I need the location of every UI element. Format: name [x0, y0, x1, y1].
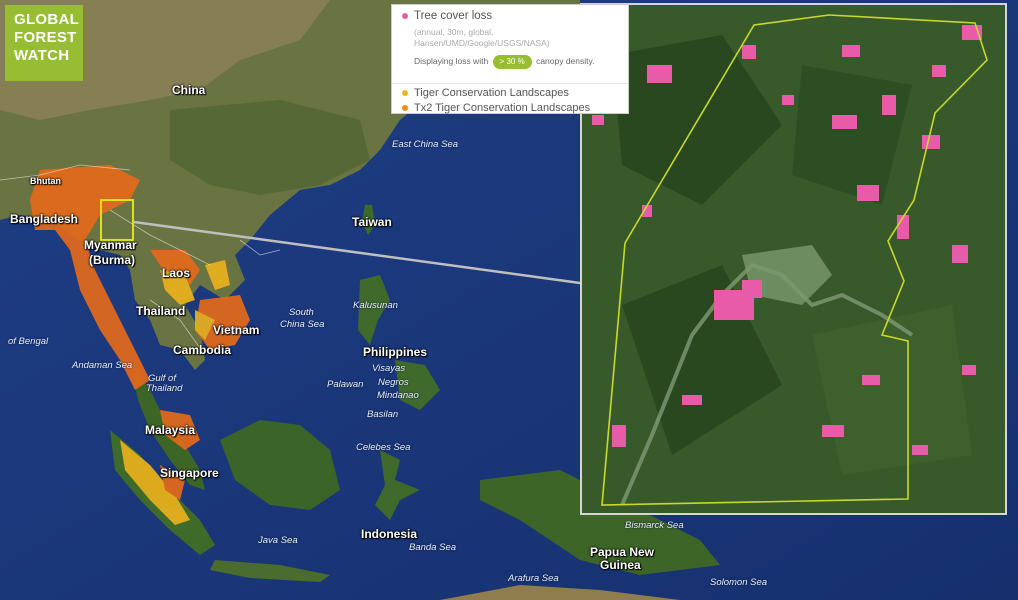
logo-line-2: FOREST [14, 29, 77, 46]
legend-divider [392, 83, 628, 84]
label-philippines: Philippines [363, 345, 428, 359]
legend-meta: (annual, 30m, global, Hansen/UMD/Google/… [414, 27, 550, 48]
legend-tiger-landscapes[interactable]: Tiger Conservation Landscapes [402, 87, 569, 99]
label-east-china-sea: East China Sea [392, 139, 459, 150]
density-suffix: canopy density. [536, 56, 595, 66]
tcl-dot-icon [402, 90, 408, 97]
gfw-logo[interactable]: GLOBAL FOREST WATCH [5, 5, 83, 81]
label-palawan: Palawan [327, 379, 364, 390]
label-taiwan: Taiwan [352, 215, 392, 229]
label-vietnam: Vietnam [213, 323, 260, 337]
tx2-dot-icon [402, 105, 408, 112]
label-png-1: Papua New [590, 545, 655, 559]
label-basilan: Basilan [367, 409, 399, 420]
label-bismarck-sea: Bismarck Sea [625, 520, 684, 531]
inset-satellite-image [582, 5, 1005, 513]
legend-tx2-landscapes[interactable]: Tx2 Tiger Conservation Landscapes [402, 102, 590, 114]
legend-title: Tree cover loss [414, 10, 493, 22]
tree-cover-loss-dot-icon [402, 12, 408, 19]
legend-density: Displaying loss with > 30 % canopy densi… [414, 55, 619, 69]
legend-tree-cover-loss[interactable]: Tree cover loss [402, 10, 492, 22]
label-china: China [172, 83, 206, 97]
label-solomon-sea: Solomon Sea [710, 577, 768, 588]
label-andaman-sea: Andaman Sea [72, 360, 133, 371]
label-celebes-sea: Celebes Sea [356, 442, 411, 453]
label-myanmar: Myanmar [84, 238, 137, 252]
label-thailand: Thailand [136, 304, 186, 318]
label-bay-of-bengal: of Bengal [8, 336, 49, 347]
logo-line-1: GLOBAL [14, 11, 80, 28]
label-negros: Negros [378, 377, 409, 388]
label-cambodia: Cambodia [173, 343, 232, 357]
legend-layer2-label: Tiger Conservation Landscapes [414, 87, 569, 99]
map-view[interactable]: China Bhutan Bangladesh Myanmar (Burma) … [0, 0, 1018, 600]
label-java-sea: Java Sea [258, 535, 298, 546]
label-kalusunan: Kalusunan [353, 300, 398, 311]
label-bhutan: Bhutan [30, 176, 61, 186]
label-mindanao: Mindanao [377, 390, 419, 401]
legend-layer3-label: Tx2 Tiger Conservation Landscapes [414, 102, 591, 114]
label-malaysia: Malaysia [145, 423, 196, 437]
map-legend: Tree cover loss (annual, 30m, global, Ha… [391, 4, 629, 114]
label-gulf-of-thailand-2: Thailand [146, 383, 183, 394]
label-png-2: Guinea [600, 558, 641, 572]
label-banda-sea: Banda Sea [409, 542, 457, 553]
density-prefix: Displaying loss with [414, 56, 489, 66]
label-indonesia: Indonesia [361, 527, 418, 541]
label-singapore: Singapore [160, 466, 219, 480]
label-visayas: Visayas [372, 363, 406, 374]
label-south-china-sea-1: South [289, 307, 314, 318]
label-bangladesh: Bangladesh [10, 212, 79, 226]
canopy-density-button[interactable]: > 30 % [492, 55, 532, 69]
logo-line-3: WATCH [14, 47, 70, 64]
label-burma: (Burma) [89, 253, 136, 267]
inset-detail-panel[interactable] [580, 3, 1007, 515]
label-south-china-sea-2: China Sea [280, 319, 325, 330]
label-laos: Laos [162, 266, 191, 280]
label-arafura-sea: Arafura Sea [508, 573, 559, 584]
